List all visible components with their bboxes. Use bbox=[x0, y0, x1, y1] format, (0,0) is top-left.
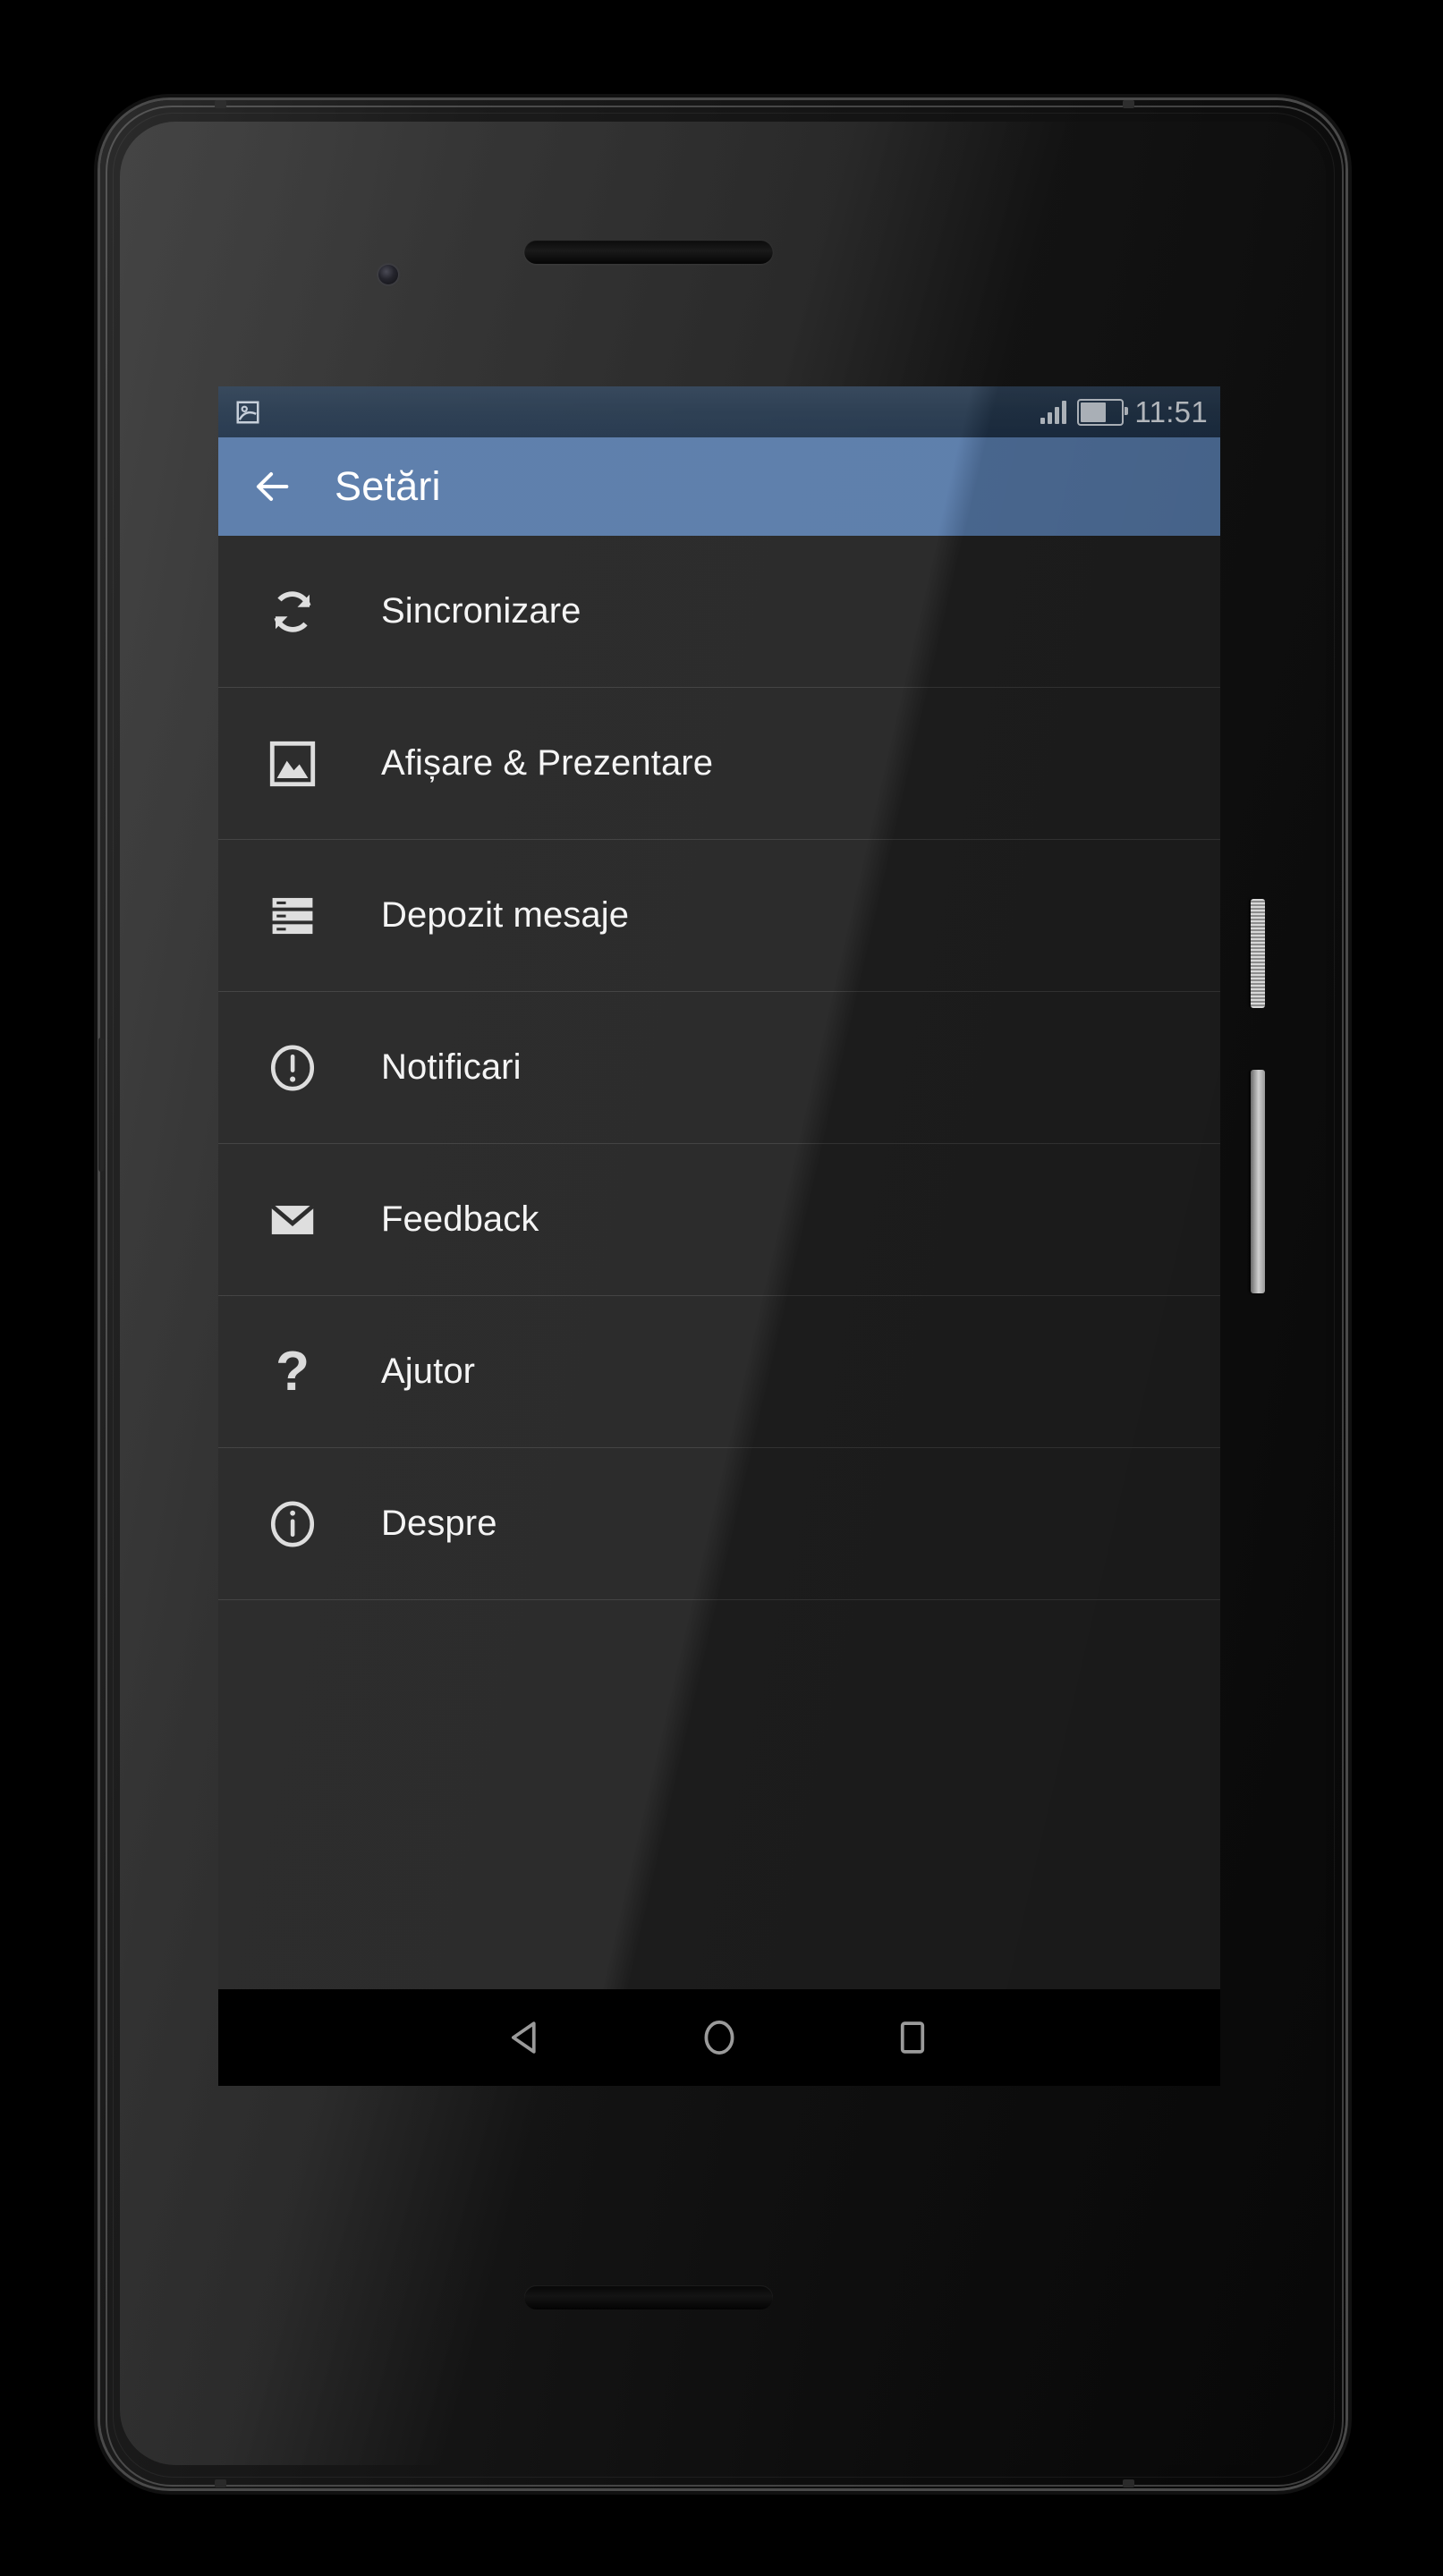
status-bar-notifications bbox=[234, 386, 261, 437]
sensor-dot-top-left bbox=[215, 100, 226, 108]
volume-rocker-button[interactable] bbox=[1251, 1070, 1265, 1293]
front-camera bbox=[378, 265, 398, 284]
sensor-dot-top-right bbox=[1123, 100, 1134, 108]
settings-item-despre[interactable]: Despre bbox=[218, 1448, 1220, 1600]
settings-list: Sincronizare Afișare & Prezentare Depozi… bbox=[218, 536, 1220, 1967]
bottom-speaker bbox=[524, 2285, 773, 2309]
settings-item-sincronizare[interactable]: Sincronizare bbox=[218, 536, 1220, 688]
settings-item-label: Feedback bbox=[381, 1199, 539, 1239]
storage-icon bbox=[265, 888, 320, 944]
settings-item-ajutor[interactable]: ? Ajutor bbox=[218, 1296, 1220, 1448]
question-mark-glyph: ? bbox=[276, 1340, 310, 1402]
battery-icon bbox=[1077, 398, 1129, 426]
settings-item-feedback[interactable]: Feedback bbox=[218, 1144, 1220, 1296]
earpiece-speaker bbox=[524, 240, 773, 264]
left-side-trim bbox=[98, 1038, 104, 1172]
arrow-left-icon[interactable] bbox=[252, 466, 293, 507]
android-navigation-bar bbox=[218, 1989, 1220, 2086]
app-bar: Setări bbox=[218, 437, 1220, 536]
list-empty-area bbox=[218, 1600, 1220, 1967]
circle-icon[interactable] bbox=[694, 2012, 744, 2063]
phone-screen: 11:51 Setări Sincronizare Afișare & Prez… bbox=[218, 386, 1220, 2086]
settings-item-label: Afișare & Prezentare bbox=[381, 743, 714, 783]
info-circle-icon bbox=[265, 1496, 320, 1552]
page-title: Setări bbox=[335, 463, 441, 509]
settings-item-afisare-prezentare[interactable]: Afișare & Prezentare bbox=[218, 688, 1220, 840]
photo-icon bbox=[234, 399, 261, 426]
status-bar-clock: 11:51 bbox=[1134, 395, 1208, 428]
status-bar: 11:51 bbox=[218, 386, 1220, 437]
settings-item-label: Sincronizare bbox=[381, 591, 581, 631]
question-mark-icon: ? bbox=[265, 1340, 320, 1402]
envelope-icon bbox=[265, 1192, 320, 1248]
square-icon[interactable] bbox=[887, 2012, 938, 2063]
alert-circle-icon bbox=[265, 1040, 320, 1096]
signal-bars-icon bbox=[1040, 400, 1067, 424]
sensor-dot-bottom-left bbox=[215, 2479, 226, 2487]
settings-item-label: Ajutor bbox=[381, 1352, 476, 1391]
settings-item-label: Despre bbox=[381, 1504, 497, 1543]
settings-item-depozit-mesaje[interactable]: Depozit mesaje bbox=[218, 840, 1220, 992]
sensor-dot-bottom-right bbox=[1123, 2479, 1134, 2487]
settings-item-label: Notificari bbox=[381, 1047, 522, 1087]
image-icon bbox=[265, 736, 320, 792]
triangle-left-icon[interactable] bbox=[501, 2012, 551, 2063]
settings-item-notificari[interactable]: Notificari bbox=[218, 992, 1220, 1144]
power-button[interactable] bbox=[1251, 899, 1265, 1008]
sync-icon bbox=[265, 584, 320, 640]
settings-item-label: Depozit mesaje bbox=[381, 895, 630, 935]
status-bar-system-icons: 11:51 bbox=[1040, 386, 1208, 437]
